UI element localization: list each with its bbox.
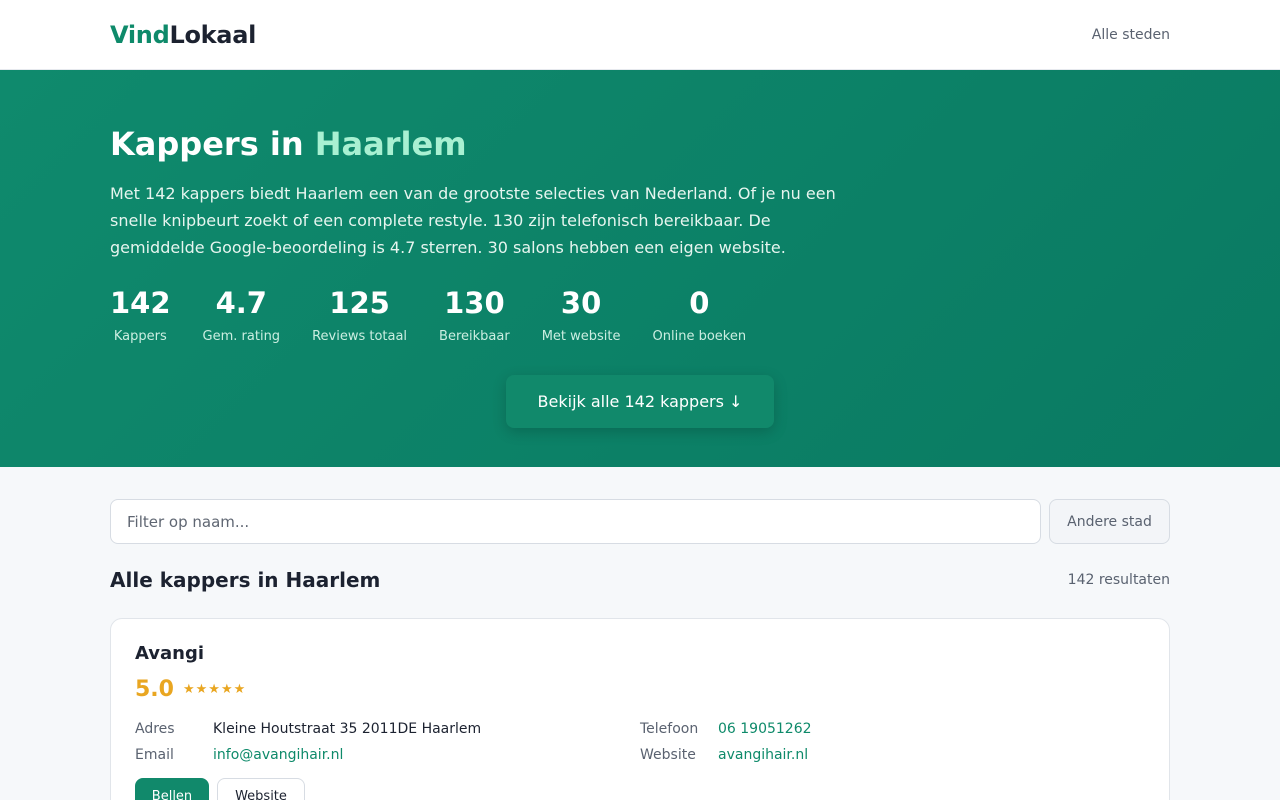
results-header: Alle kappers in Haarlem 142 resultaten [110, 568, 1170, 592]
info-row-website: Website avangihair.nl [640, 742, 1145, 768]
stat-label: Online boeken [652, 329, 747, 344]
hero-intro-text: Met 142 kappers biedt Haarlem een van de… [110, 184, 836, 257]
page-title-city: Haarlem [314, 125, 467, 163]
phone-label: Telefoon [640, 721, 699, 737]
website-button[interactable]: Website [217, 778, 305, 800]
stat-reviews: 125 Reviews totaal [312, 285, 407, 345]
site-header: VindLokaal Alle steden [0, 0, 1280, 70]
other-city-button[interactable]: Andere stad [1049, 499, 1170, 544]
results-heading: Alle kappers in Haarlem [110, 568, 381, 592]
address-label: Adres [135, 721, 175, 737]
stat-value: 125 [329, 286, 390, 320]
stat-with-website: 30 Met website [542, 285, 621, 345]
email-link[interactable]: info@avangihair.nl [213, 742, 343, 768]
call-button[interactable]: Bellen [135, 778, 209, 800]
stat-reachable: 130 Bereikbaar [439, 285, 510, 345]
logo-part-lokaal: Lokaal [169, 21, 257, 49]
stats-row: 142 Kappers 4.7 Gem. rating 125 Reviews … [110, 285, 1170, 345]
phone-link[interactable]: 06 19051262 [718, 716, 812, 742]
stat-value: 4.7 [215, 286, 267, 320]
nav-all-cities-link[interactable]: Alle steden [1092, 27, 1170, 43]
info-row-email: Email info@avangihair.nl [135, 742, 640, 768]
stat-label: Met website [541, 329, 621, 344]
website-label: Website [640, 747, 696, 763]
hero-section: Kappers in Haarlem Met 142 kappers biedt… [0, 70, 1280, 467]
listing-name: Avangi [135, 643, 205, 664]
website-link[interactable]: avangihair.nl [718, 742, 808, 768]
logo[interactable]: VindLokaal [110, 21, 256, 49]
stat-value: 30 [560, 286, 602, 320]
results-count: 142 resultaten [1067, 572, 1170, 588]
info-row-phone: Telefoon 06 19051262 [640, 716, 1145, 742]
rating-score: 5.0 [135, 677, 174, 702]
listing-card: Avangi 5.0 ★★★★★ Adres Kleine Houtstraat… [110, 618, 1170, 800]
info-column-left: Adres Kleine Houtstraat 35 2011DE Haarle… [135, 716, 640, 768]
filter-name-input[interactable] [110, 499, 1041, 544]
logo-part-vind: Vind [110, 21, 170, 49]
stat-kappers: 142 Kappers [110, 285, 171, 345]
view-all-kappers-button[interactable]: Bekijk alle 142 kappers ↓ [506, 375, 774, 428]
stat-label: Kappers [113, 329, 167, 344]
search-row: Andere stad [110, 499, 1170, 544]
main-content: Andere stad Alle kappers in Haarlem 142 … [0, 467, 1280, 800]
info-row-address: Adres Kleine Houtstraat 35 2011DE Haarle… [135, 716, 640, 742]
address-value: Kleine Houtstraat 35 2011DE Haarlem [213, 721, 482, 737]
stat-value: 0 [689, 286, 710, 320]
page-title-prefix: Kappers in [110, 125, 315, 163]
stat-rating: 4.7 Gem. rating [203, 285, 281, 345]
email-label: Email [135, 747, 174, 763]
listing-rating: 5.0 ★★★★★ [135, 677, 1145, 702]
cta-wrapper: Bekijk alle 142 kappers ↓ [110, 375, 1170, 428]
listing-actions: Bellen Website [135, 778, 1145, 800]
stat-label: Gem. rating [202, 329, 281, 344]
stat-value: 142 [110, 286, 171, 320]
stat-online-booking: 0 Online boeken [653, 285, 747, 345]
stat-label: Bereikbaar [439, 329, 510, 344]
stat-label: Reviews totaal [312, 329, 408, 344]
listing-info: Adres Kleine Houtstraat 35 2011DE Haarle… [135, 716, 1145, 768]
page-title: Kappers in Haarlem [110, 124, 1170, 164]
stat-value: 130 [444, 286, 505, 320]
rating-stars-icon: ★★★★★ [182, 682, 247, 697]
info-column-right: Telefoon 06 19051262 Website avangihair.… [640, 716, 1145, 768]
